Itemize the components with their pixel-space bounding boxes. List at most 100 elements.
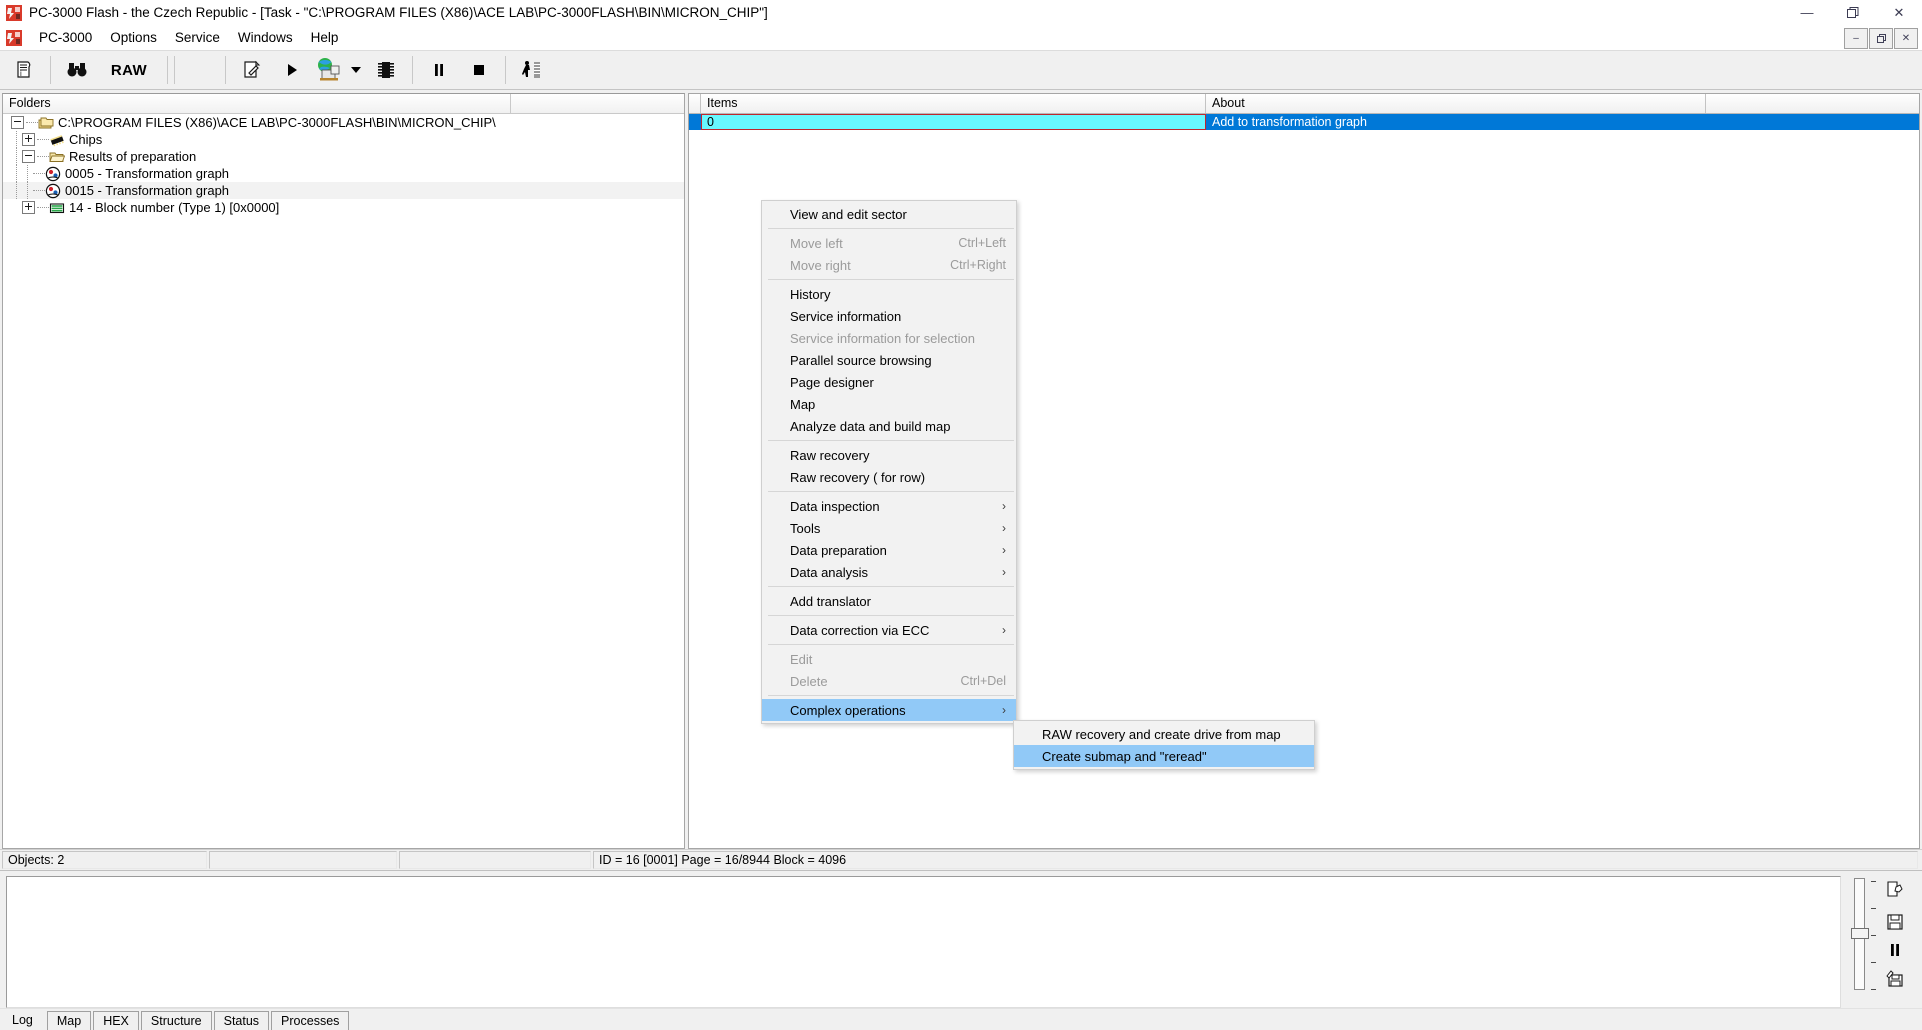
log-output[interactable] [6, 876, 1841, 1008]
log-action-buttons [1878, 878, 1912, 994]
menu-add-translator[interactable]: Add translator [762, 590, 1016, 612]
menu-page-designer[interactable]: Page designer [762, 371, 1016, 393]
tree-connector [37, 207, 49, 209]
globe-dropdown-button[interactable] [346, 53, 366, 87]
find-button[interactable] [57, 53, 97, 87]
tree-connector [33, 173, 45, 175]
submenu-create-submap-and-reread[interactable]: Create submap and "reread" [1014, 745, 1314, 767]
menu-raw-recovery[interactable]: Raw recovery [762, 444, 1016, 466]
menu-bar: PC-3000 Options Service Windows Help – ✕ [0, 25, 1922, 50]
tab-hex[interactable]: HEX [93, 1011, 139, 1030]
save-as-floppy-icon[interactable] [1885, 969, 1905, 992]
menu-raw-recovery-for-row[interactable]: Raw recovery ( for row) [762, 466, 1016, 488]
tab-map[interactable]: Map [47, 1011, 91, 1030]
globe-drive-button[interactable] [312, 53, 346, 87]
tree-item-0015-transformation-graph[interactable]: 0015 - Transformation graph [3, 182, 684, 199]
menu-data-correction-via-ecc[interactable]: Data correction via ECC › [762, 619, 1016, 641]
mdi-minimize-button[interactable]: – [1844, 28, 1868, 49]
close-button[interactable]: ✕ [1876, 0, 1922, 25]
cell-about[interactable]: Add to transformation graph [1206, 114, 1919, 130]
menu-help[interactable]: Help [302, 28, 348, 47]
pause-button[interactable] [419, 53, 459, 87]
menu-move-left[interactable]: Move left Ctrl+Left [762, 232, 1016, 254]
menu-map[interactable]: Map [762, 393, 1016, 415]
toolbar-separator [50, 56, 51, 84]
save-floppy-icon[interactable] [1885, 912, 1905, 935]
menu-options[interactable]: Options [101, 28, 166, 47]
menu-data-preparation[interactable]: Data preparation › [762, 539, 1016, 561]
stop-button[interactable] [459, 53, 499, 87]
slider-tick [1871, 908, 1876, 909]
expand-expander-icon[interactable] [22, 133, 35, 146]
menu-windows[interactable]: Windows [229, 28, 302, 47]
chevron-right-icon: › [972, 521, 1006, 535]
complex-operations-submenu[interactable]: RAW recovery and create drive from map C… [1013, 720, 1315, 770]
mdi-close-button[interactable]: ✕ [1894, 28, 1918, 49]
menu-edit[interactable]: Edit [762, 648, 1016, 670]
about-column-header[interactable]: About [1206, 94, 1706, 113]
tree-item-chips[interactable]: Chips [3, 131, 684, 148]
menu-delete[interactable]: Delete Ctrl+Del [762, 670, 1016, 692]
tree-item-results-of-preparation[interactable]: Results of preparation [3, 148, 684, 165]
run-button[interactable] [272, 53, 312, 87]
slider-thumb[interactable] [1851, 928, 1869, 939]
tree-item-label: 0015 - Transformation graph [65, 183, 229, 198]
chip-button[interactable] [366, 53, 406, 87]
tree-item-0005-transformation-graph[interactable]: 0005 - Transformation graph [3, 165, 684, 182]
menu-service-information[interactable]: Service information [762, 305, 1016, 327]
pause-icon[interactable] [1888, 943, 1902, 960]
collapse-expander-icon[interactable] [11, 116, 24, 129]
minimize-button[interactable]: — [1784, 0, 1830, 25]
slider-tick [1871, 989, 1876, 990]
edit-task-button[interactable] [232, 53, 272, 87]
menu-separator [768, 586, 1014, 587]
transformation-graph-icon [45, 166, 61, 182]
menu-data-inspection[interactable]: Data inspection › [762, 495, 1016, 517]
tree-connector [11, 182, 22, 199]
raw-button[interactable]: RAW [97, 53, 161, 87]
menu-item-label: Map [790, 397, 815, 412]
menu-tools[interactable]: Tools › [762, 517, 1016, 539]
tree-item-14-block-number[interactable]: 14 - Block number (Type 1) [0x0000] [3, 199, 684, 216]
mdi-restore-button[interactable] [1869, 28, 1893, 49]
log-panel [0, 870, 1922, 1008]
menu-data-analysis[interactable]: Data analysis › [762, 561, 1016, 583]
folders-tree[interactable]: C:\PROGRAM FILES (X86)\ACE LAB\PC-3000FL… [3, 114, 684, 848]
cell-items[interactable]: 0 [701, 114, 1206, 130]
tab-status[interactable]: Status [214, 1011, 269, 1030]
menu-item-label: Data correction via ECC [790, 623, 929, 638]
page-refresh-icon[interactable] [1885, 880, 1905, 903]
menu-history[interactable]: History [762, 283, 1016, 305]
folders-column-header[interactable]: Folders [3, 94, 511, 113]
extra-column-header[interactable] [1706, 94, 1919, 113]
items-header-gutter [689, 94, 701, 113]
menu-analyze-data-and-build-map[interactable]: Analyze data and build map [762, 415, 1016, 437]
run-utility-button[interactable] [512, 53, 552, 87]
menu-service-information-for-selection[interactable]: Service information for selection [762, 327, 1016, 349]
context-menu[interactable]: View and edit sector Move left Ctrl+Left… [761, 200, 1017, 724]
menu-item-accelerator: Ctrl+Del [921, 674, 1007, 688]
items-column-header[interactable]: Items [701, 94, 1206, 113]
tab-structure[interactable]: Structure [141, 1011, 212, 1030]
expand-expander-icon[interactable] [22, 201, 35, 214]
table-row[interactable]: 0 Add to transformation graph [689, 114, 1919, 130]
menu-pc-3000[interactable]: PC-3000 [30, 28, 101, 47]
tree-connector [11, 131, 22, 148]
menu-service[interactable]: Service [166, 28, 229, 47]
menu-complex-operations[interactable]: Complex operations › [762, 699, 1016, 721]
menu-move-right[interactable]: Move right Ctrl+Right [762, 254, 1016, 276]
tree-item-root[interactable]: C:\PROGRAM FILES (X86)\ACE LAB\PC-3000FL… [3, 114, 684, 131]
menu-parallel-source-browsing[interactable]: Parallel source browsing [762, 349, 1016, 371]
task-info-button[interactable]: i [4, 53, 44, 87]
log-speed-slider[interactable] [1851, 878, 1867, 990]
tab-processes[interactable]: Processes [271, 1011, 349, 1030]
menu-view-and-edit-sector[interactable]: View and edit sector [762, 203, 1016, 225]
maximize-restore-button[interactable] [1830, 0, 1876, 25]
status-cell-2 [209, 851, 397, 869]
submenu-raw-recovery-and-create-drive-from-map[interactable]: RAW recovery and create drive from map [1014, 723, 1314, 745]
collapse-expander-icon[interactable] [22, 150, 35, 163]
menu-separator [768, 279, 1014, 280]
row-selector-gutter[interactable] [689, 114, 701, 130]
status-objects-count: Objects: 2 [2, 851, 207, 869]
tab-log[interactable]: Log [4, 1011, 45, 1030]
